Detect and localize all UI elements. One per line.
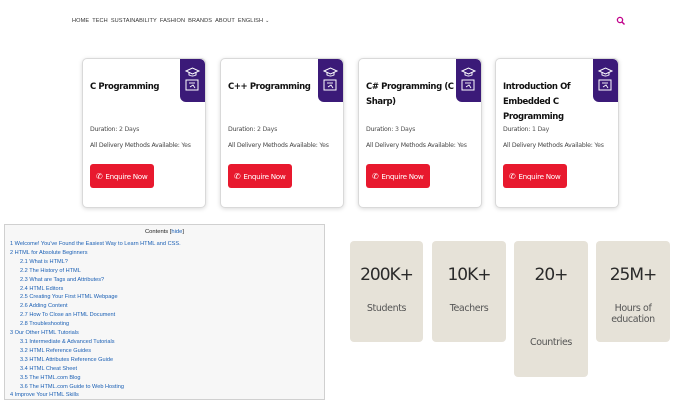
nav-item-language[interactable]: ENGLISH ⌄ [238,18,270,24]
toc-item[interactable]: 3.2 HTML Reference Guides [5,347,324,356]
certificate-icon [597,67,614,91]
toc-item[interactable]: 2.1 What is HTML? [5,258,324,267]
certificate-icon [322,67,339,91]
top-navigation: HOME TECH SUSTAINABILITY FASHION BRANDS … [0,14,700,32]
language-label: ENGLISH [237,18,264,24]
enquire-label: Enquire Now [381,171,424,181]
duration-label: Duration: [90,126,118,133]
course-duration: Duration: 2 Days [228,126,277,133]
nav-item-brands[interactable]: BRANDS [188,18,212,24]
toc-item[interactable]: 3.4 HTML Cheat Sheet [5,365,324,374]
toc-item[interactable]: 3.5 The HTML.com Blog [5,374,324,383]
delivery-value: Yes [594,142,604,149]
course-card: C# Programming (C Sharp) Duration: 3 Day… [358,58,482,208]
course-duration: Duration: 1 Day [503,126,549,133]
duration-value: 2 Days [118,126,140,133]
course-badge [593,59,618,102]
search-icon[interactable] [616,16,626,26]
toc-item[interactable]: 2.4 HTML Editors [5,285,324,294]
nav-item-home[interactable]: HOME [72,18,89,24]
delivery-value: Yes [457,142,467,149]
delivery-label: All Delivery Methods Available: [366,142,456,149]
enquire-label: Enquire Now [518,171,561,181]
stat-countries: 20+ Countries [514,241,588,377]
enquire-now-button[interactable]: ✆ Enquire Now [228,164,292,188]
delivery-label: All Delivery Methods Available: [503,142,593,149]
course-badge [180,59,205,102]
phone-icon: ✆ [234,171,241,181]
duration-label: Duration: [503,126,531,133]
phone-icon: ✆ [509,171,516,181]
stat-value: 10K+ [447,265,491,285]
course-delivery: All Delivery Methods Available: Yes [503,142,604,149]
course-card: C++ Programming Duration: 2 Days All Del… [220,58,344,208]
course-card: Introduction Of Embedded C Programming D… [495,58,619,208]
course-duration: Duration: 3 Days [366,126,415,133]
toc-item[interactable]: 3 Our Other HTML Tutorials [5,329,324,338]
stat-students: 200K+ Students [350,241,423,342]
delivery-label: All Delivery Methods Available: [228,142,318,149]
toc-item[interactable]: 4 Improve Your HTML Skills [5,391,324,400]
enquire-label: Enquire Now [243,171,286,181]
duration-value: 2 Days [256,126,278,133]
certificate-icon [460,67,477,91]
toc-item[interactable]: 2.2 The History of HTML [5,267,324,276]
stat-hours: 25M+ Hours of education [596,241,670,342]
toc-item[interactable]: 3.1 Intermediate & Advanced Tutorials [5,338,324,347]
stat-label: Countries [530,337,572,348]
stat-label: Students [366,303,407,314]
course-card: C Programming Duration: 2 Days All Deliv… [82,58,206,208]
phone-icon: ✆ [96,171,103,181]
nav-item-tech[interactable]: TECH [92,18,108,24]
course-title: C# Programming (C Sharp) [366,82,454,107]
toc-item[interactable]: 2.5 Creating Your First HTML Webpage [5,293,324,302]
course-delivery: All Delivery Methods Available: Yes [366,142,467,149]
course-badge [456,59,481,102]
toc-item[interactable]: 2.6 Adding Content [5,302,324,311]
duration-value: 3 Days [394,126,416,133]
delivery-value: Yes [181,142,191,149]
toc-item[interactable]: 3.3 HTML Attributes Reference Guide [5,356,324,365]
certificate-icon [184,67,201,91]
toc-list: 1 Welcome! You've Found the Easiest Way … [5,240,324,400]
stat-label: Hours of education [611,303,655,325]
toc-item[interactable]: 1 Welcome! You've Found the Easiest Way … [5,240,324,249]
delivery-value: Yes [319,142,329,149]
duration-label: Duration: [366,126,394,133]
course-delivery: All Delivery Methods Available: Yes [90,142,191,149]
stat-teachers: 10K+ Teachers [432,241,506,342]
enquire-now-button[interactable]: ✆ Enquire Now [90,164,154,188]
course-title: Introduction Of Embedded C Programming [503,82,571,122]
nav-item-about[interactable]: ABOUT [215,18,235,24]
stat-value: 25M+ [609,265,658,285]
course-title: C++ Programming [228,82,311,92]
table-of-contents: Contents [hide] 1 Welcome! You've Found … [4,224,325,400]
toc-header: Contents [hide] [144,229,185,235]
course-title: C Programming [90,82,160,92]
toc-item[interactable]: 2 HTML for Absolute Beginners [5,249,324,258]
toc-hide-link[interactable]: hide [171,229,182,235]
enquire-now-button[interactable]: ✆ Enquire Now [366,164,430,188]
toc-item[interactable]: 3.6 The HTML.com Guide to Web Hosting [5,383,324,392]
toc-item[interactable]: 2.7 How To Close an HTML Document [5,311,324,320]
enquire-label: Enquire Now [105,171,148,181]
course-delivery: All Delivery Methods Available: Yes [228,142,329,149]
nav-item-sustainability[interactable]: SUSTAINABILITY [111,18,157,24]
stat-label: Teachers [449,303,489,314]
phone-icon: ✆ [372,171,379,181]
nav-menu: HOME TECH SUSTAINABILITY FASHION BRANDS … [72,18,269,24]
stat-value: 20+ [534,265,569,285]
delivery-label: All Delivery Methods Available: [90,142,180,149]
nav-item-fashion[interactable]: FASHION [160,18,185,24]
toc-item[interactable]: 2.3 What are Tags and Attributes? [5,276,324,285]
course-duration: Duration: 2 Days [90,126,139,133]
toc-item[interactable]: 2.8 Troubleshooting [5,320,324,329]
course-badge [318,59,343,102]
stat-value: 200K+ [360,265,414,285]
enquire-now-button[interactable]: ✆ Enquire Now [503,164,567,188]
duration-label: Duration: [228,126,256,133]
chevron-down-icon: ⌄ [265,18,270,24]
toc-title: Contents [144,229,169,235]
duration-value: 1 Day [531,126,550,133]
